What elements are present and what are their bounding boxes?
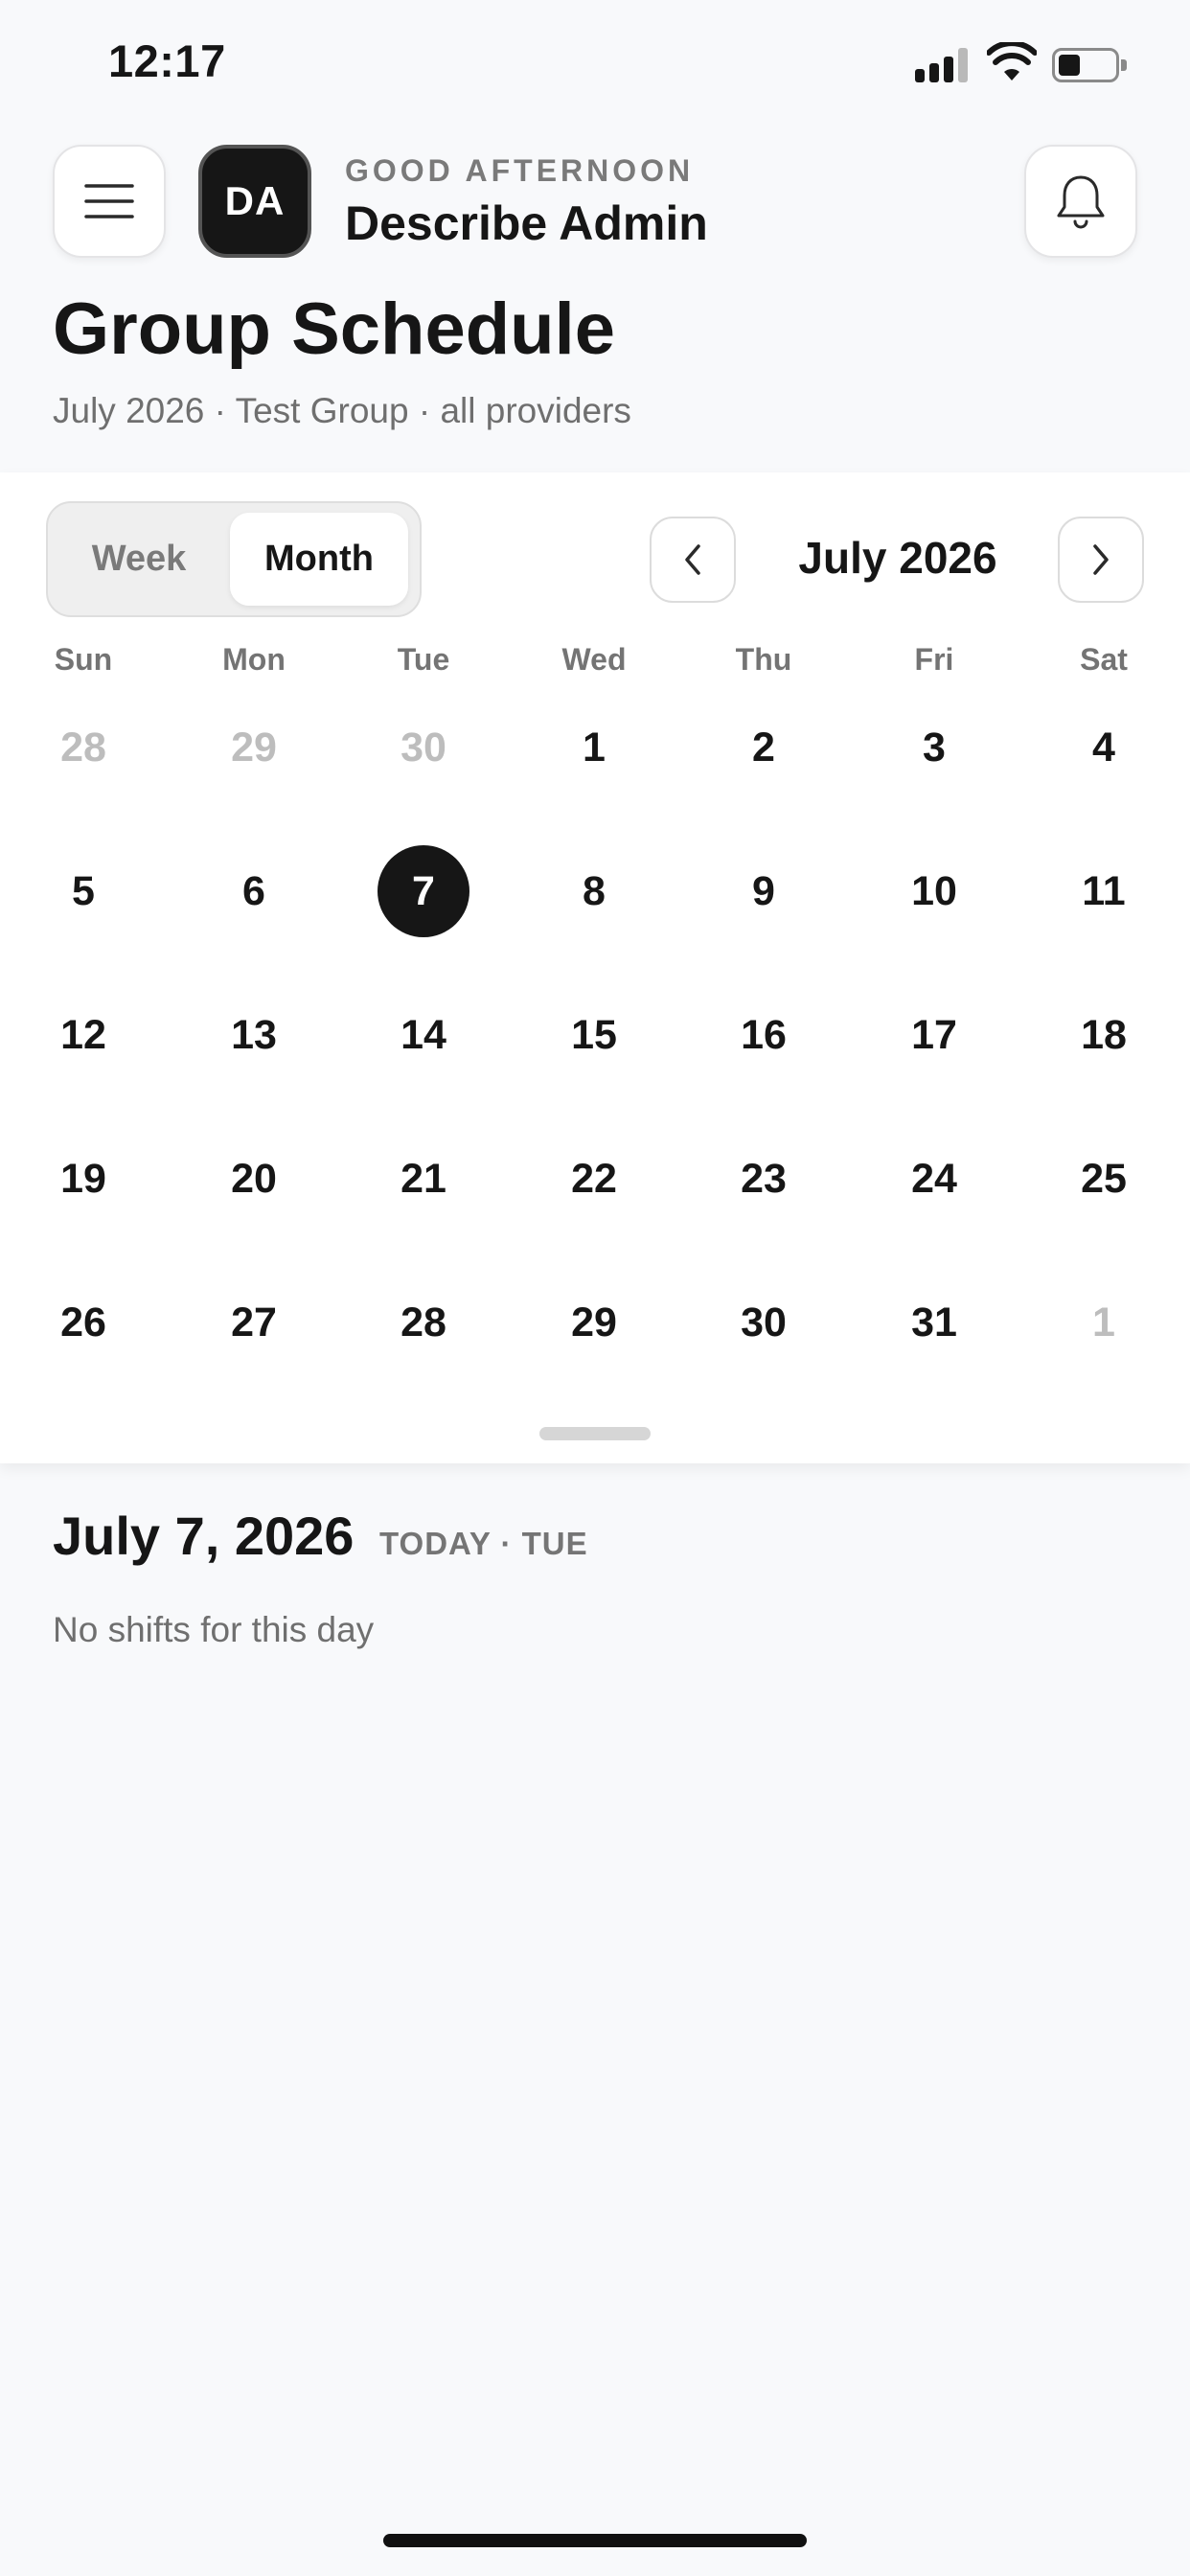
calendar-day[interactable]: 14 (378, 989, 469, 1081)
calendar-day[interactable]: 29 (548, 1276, 640, 1368)
calendar-day[interactable]: 16 (718, 989, 810, 1081)
calendar-day[interactable]: 3 (888, 702, 980, 794)
page-title: Group Schedule (53, 288, 615, 370)
status-time: 12:17 (108, 35, 226, 86)
sheet-grabber[interactable] (539, 1427, 651, 1440)
calendar-day[interactable]: 8 (548, 845, 640, 937)
selected-date: July 7, 2026 (53, 1506, 355, 1566)
calendar-day[interactable]: 15 (548, 989, 640, 1081)
bell-icon (1057, 175, 1105, 229)
calendar-day[interactable]: 17 (888, 989, 980, 1081)
weekday-fri: Fri (914, 642, 954, 677)
calendar-day[interactable]: 30 (378, 702, 469, 794)
weekday-thu: Thu (735, 642, 792, 677)
month-view-tab[interactable]: Month (230, 513, 408, 606)
calendar-day[interactable]: 1 (1058, 1276, 1150, 1368)
calendar-day[interactable]: 13 (208, 989, 300, 1081)
next-month-button[interactable] (1058, 517, 1144, 603)
status-bar: 12:17 (0, 0, 1190, 129)
empty-shifts-message: No shifts for this day (53, 1610, 375, 1649)
calendar-day[interactable]: 2 (718, 702, 810, 794)
calendar-day[interactable]: 31 (888, 1276, 980, 1368)
chevron-left-icon (685, 544, 700, 575)
calendar-day[interactable]: 26 (37, 1276, 129, 1368)
calendar-day[interactable]: 19 (37, 1133, 129, 1225)
calendar-day[interactable]: 6 (208, 845, 300, 937)
weekday-sun: Sun (54, 642, 113, 677)
battery-icon (1052, 48, 1127, 82)
view-toggle: Week Month (46, 501, 422, 617)
previous-month-button[interactable] (650, 517, 736, 603)
screen: 12:17 DA GOOD AFTERNOON Describe Admin G… (0, 0, 1190, 2576)
calendar-day[interactable]: 29 (208, 702, 300, 794)
calendar-day[interactable]: 21 (378, 1133, 469, 1225)
calendar-day[interactable]: 25 (1058, 1133, 1150, 1225)
calendar-day[interactable]: 12 (37, 989, 129, 1081)
menu-button[interactable] (53, 145, 166, 258)
calendar-day[interactable]: 27 (208, 1276, 300, 1368)
calendar-day[interactable]: 20 (208, 1133, 300, 1225)
calendar-day[interactable]: 30 (718, 1276, 810, 1368)
avatar[interactable]: DA (198, 145, 311, 258)
weekday-mon: Mon (222, 642, 286, 677)
calendar-day[interactable]: 4 (1058, 702, 1150, 794)
calendar-day[interactable]: 11 (1058, 845, 1150, 937)
calendar-day-selected[interactable]: 7 (378, 845, 469, 937)
calendar-day[interactable]: 5 (37, 845, 129, 937)
calendar-day[interactable]: 18 (1058, 989, 1150, 1081)
calendar-day[interactable]: 9 (718, 845, 810, 937)
page-subtitle: July 2026 · Test Group · all providers (53, 391, 631, 430)
month-label: July 2026 (798, 533, 997, 583)
home-indicator (383, 2534, 807, 2547)
calendar-day[interactable]: 24 (888, 1133, 980, 1225)
weekday-tue: Tue (397, 642, 450, 677)
cellular-signal-icon (915, 48, 969, 82)
calendar-day[interactable]: 28 (378, 1276, 469, 1368)
calendar-day[interactable]: 10 (888, 845, 980, 937)
calendar-day[interactable]: 1 (548, 702, 640, 794)
hamburger-menu-icon (84, 184, 134, 218)
greeting-label: GOOD AFTERNOON (345, 153, 695, 188)
user-name: Describe Admin (345, 196, 708, 250)
week-view-tab[interactable]: Week (57, 513, 220, 606)
wifi-icon (987, 42, 1037, 80)
selected-date-meta: TODAY · TUE (379, 1526, 588, 1561)
calendar-day[interactable]: 28 (37, 702, 129, 794)
chevron-right-icon (1093, 544, 1109, 575)
notifications-button[interactable] (1024, 145, 1137, 258)
calendar-day[interactable]: 22 (548, 1133, 640, 1225)
calendar-day[interactable]: 23 (718, 1133, 810, 1225)
weekday-sat: Sat (1080, 642, 1128, 677)
weekday-wed: Wed (561, 642, 627, 677)
